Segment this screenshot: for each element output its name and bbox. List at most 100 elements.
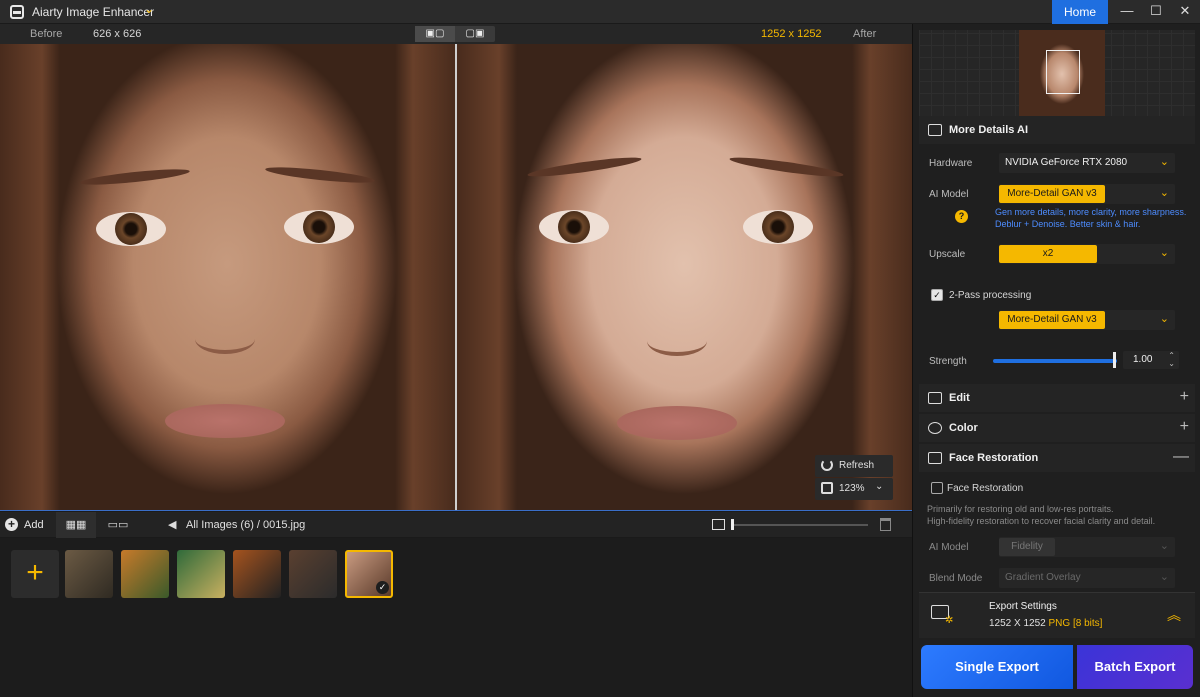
after-label: After	[853, 28, 877, 40]
app-logo-icon	[10, 5, 24, 19]
section-face-restoration[interactable]: Face Restoration —	[919, 444, 1195, 472]
model-description: Gen more details, more clarity, more sha…	[995, 207, 1187, 229]
section-title: More Details AI	[949, 124, 1029, 136]
two-pass-checkbox[interactable]: ✓	[931, 289, 943, 301]
strip-view-icon[interactable]: ▭▭	[98, 512, 138, 538]
two-pass-model-select[interactable]: More-Detail GAN v3 ⌄	[999, 310, 1175, 330]
blend-select[interactable]: Gradient Overlay ⌄	[999, 568, 1175, 588]
add-icon[interactable]: +	[5, 518, 18, 531]
enhance-icon	[928, 124, 942, 136]
upscale-label: Upscale	[929, 249, 966, 260]
batch-export-button[interactable]: Batch Export	[1077, 645, 1193, 689]
strength-slider[interactable]	[993, 359, 1117, 363]
section-color[interactable]: Color +	[919, 414, 1195, 442]
help-icon[interactable]: ?	[955, 210, 968, 223]
chevron-down-icon: ⌄	[1159, 247, 1169, 259]
breadcrumb: All Images (6) / 0015.jpg	[186, 519, 306, 531]
compare-mode-toggle[interactable]: ▣▢ ▢▣	[415, 26, 495, 42]
face-restoration-checkbox-label: Face Restoration	[947, 483, 1024, 494]
chevron-down-icon: ⌄	[1159, 571, 1169, 583]
home-button[interactable]: Home	[1052, 0, 1108, 24]
expand-icon[interactable]: +	[1180, 388, 1189, 406]
chevron-down-icon: ⌄	[1159, 156, 1169, 168]
chevron-down-icon: ⌄	[1159, 187, 1169, 199]
thumbnail-portrait[interactable]: ✓	[345, 550, 393, 598]
title-bar: Aiarty Image Enhancer ⌄ Home — ☐ ✕	[0, 0, 1200, 24]
zoom-icon	[821, 482, 833, 494]
chevron-down-icon[interactable]: ⌄	[144, 2, 154, 16]
thumbnail-burger[interactable]	[233, 550, 281, 598]
fr-model-label: AI Model	[929, 542, 969, 553]
refresh-icon	[821, 459, 833, 471]
slider-handle[interactable]	[731, 519, 734, 530]
minimize-button[interactable]: —	[1112, 0, 1142, 24]
thumbnail-strip: + ✓	[0, 538, 912, 697]
image-viewer[interactable]: Refresh 123% ⌄	[0, 44, 912, 511]
edit-label: Edit	[949, 392, 970, 404]
maximize-button[interactable]: ☐	[1141, 0, 1171, 24]
single-export-button[interactable]: Single Export	[921, 645, 1073, 689]
expand-up-icon[interactable]: ︽	[1167, 605, 1181, 625]
add-button[interactable]: Add	[24, 519, 44, 531]
strength-input[interactable]: 1.00 ⌃ ⌄	[1123, 351, 1179, 369]
refresh-button[interactable]: Refresh	[815, 455, 893, 477]
gear-icon: ✲	[945, 615, 954, 626]
strength-label: Strength	[929, 356, 967, 367]
two-pass-label: 2-Pass processing	[949, 290, 1032, 301]
navigator-preview[interactable]	[919, 30, 1195, 118]
collapse-icon[interactable]: —	[1173, 448, 1189, 466]
color-label: Color	[949, 422, 978, 434]
upscale-value: x2	[999, 245, 1097, 263]
upscale-select[interactable]: x2 ⌄	[999, 244, 1175, 264]
fr-model-select[interactable]: Fidelity ⌄	[999, 537, 1175, 557]
ai-model-value: More-Detail GAN v3	[999, 185, 1105, 203]
grid-view-icon[interactable]: ▦▦	[56, 512, 96, 538]
edit-icon	[928, 392, 942, 404]
two-pass-model-value: More-Detail GAN v3	[999, 311, 1105, 329]
close-button[interactable]: ✕	[1170, 0, 1200, 24]
export-title: Export Settings	[989, 601, 1057, 612]
zoom-dropdown[interactable]: 123% ⌄	[815, 478, 893, 500]
hardware-select[interactable]: NVIDIA GeForce RTX 2080 ⌄	[999, 153, 1175, 173]
thumbnail-size-slider[interactable]	[733, 524, 868, 526]
expand-icon[interactable]: +	[1180, 418, 1189, 436]
chevron-down-icon: ⌄	[1159, 540, 1169, 552]
side-by-side-icon[interactable]: ▢▣	[455, 26, 495, 42]
fr-model-value: Fidelity	[999, 538, 1055, 556]
before-size: 626 x 626	[93, 28, 142, 40]
export-format: PNG	[1048, 618, 1071, 629]
thumbnail-steampunk-dog[interactable]	[289, 550, 337, 598]
before-label: Before	[30, 28, 63, 40]
thumbnail-tiger[interactable]	[121, 550, 169, 598]
app-title: Aiarty Image Enhancer	[32, 5, 155, 19]
export-dims: 1252 X 1252	[989, 618, 1046, 629]
thumbnail-fairy-jar[interactable]	[177, 550, 225, 598]
export-settings[interactable]: ✲ Export Settings 1252 X 1252 PNG [8 bit…	[919, 592, 1195, 638]
strength-handle[interactable]	[1113, 352, 1116, 368]
split-view-icon[interactable]: ▣▢	[415, 26, 455, 42]
color-icon	[928, 422, 942, 434]
hardware-value: NVIDIA GeForce RTX 2080	[1005, 157, 1128, 168]
face-restoration-checkbox[interactable]	[931, 482, 943, 494]
trash-icon[interactable]	[880, 518, 891, 531]
compare-bar: Before 626 x 626 ▣▢ ▢▣ 1252 x 1252 After	[0, 24, 912, 44]
ai-model-select[interactable]: More-Detail GAN v3 ⌄	[999, 184, 1175, 204]
image-size-icon	[712, 519, 725, 530]
strength-value: 1.00	[1133, 354, 1153, 365]
blend-label: Blend Mode	[929, 573, 983, 584]
section-edit[interactable]: Edit +	[919, 384, 1195, 412]
thumbnail-butterfly[interactable]	[65, 550, 113, 598]
before-image	[0, 44, 455, 510]
spinner-icon[interactable]: ⌃ ⌄	[1168, 352, 1175, 368]
gallery-toolbar: + Add ▦▦ ▭▭ ◀ All Images (6) / 0015.jpg	[0, 512, 912, 538]
section-more-details[interactable]: More Details AI	[919, 116, 1195, 144]
export-meta: 1252 X 1252 PNG [8 bits]	[989, 618, 1102, 629]
add-image-button[interactable]: +	[11, 550, 59, 598]
zoom-value: 123%	[839, 483, 865, 494]
check-icon: ✓	[376, 581, 389, 594]
chevron-down-icon: ⌄	[1159, 313, 1169, 325]
viewport-box[interactable]	[1046, 50, 1080, 94]
face-desc-2: High-fidelity restoration to recover fac…	[927, 516, 1156, 526]
back-arrow-icon[interactable]: ◀	[168, 518, 176, 531]
face-restoration-label: Face Restoration	[949, 452, 1039, 464]
